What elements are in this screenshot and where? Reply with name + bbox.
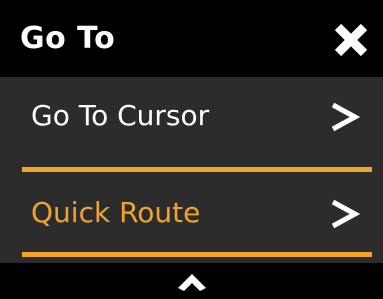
selection-divider-top: [22, 167, 372, 172]
selection-divider-bottom: [22, 252, 372, 257]
menu-item-go-to-cursor[interactable]: Go To Cursor: [0, 78, 383, 156]
menu-item-label: Quick Route: [31, 196, 201, 229]
menu-item-quick-route[interactable]: Quick Route: [0, 175, 383, 253]
menu-title: Go To: [20, 21, 116, 56]
close-icon: [334, 23, 368, 57]
chevron-right-icon: [331, 102, 361, 132]
menu-footer: [0, 263, 383, 299]
scroll-up-button[interactable]: [176, 271, 208, 293]
chevron-right-icon: [331, 199, 361, 229]
close-button[interactable]: [331, 20, 371, 60]
menu-header: Go To: [0, 0, 383, 77]
chevron-up-icon: [178, 274, 206, 291]
menu-item-label: Go To Cursor: [31, 99, 210, 132]
goto-menu: Go To Go To Cursor Quick Route: [0, 0, 383, 299]
